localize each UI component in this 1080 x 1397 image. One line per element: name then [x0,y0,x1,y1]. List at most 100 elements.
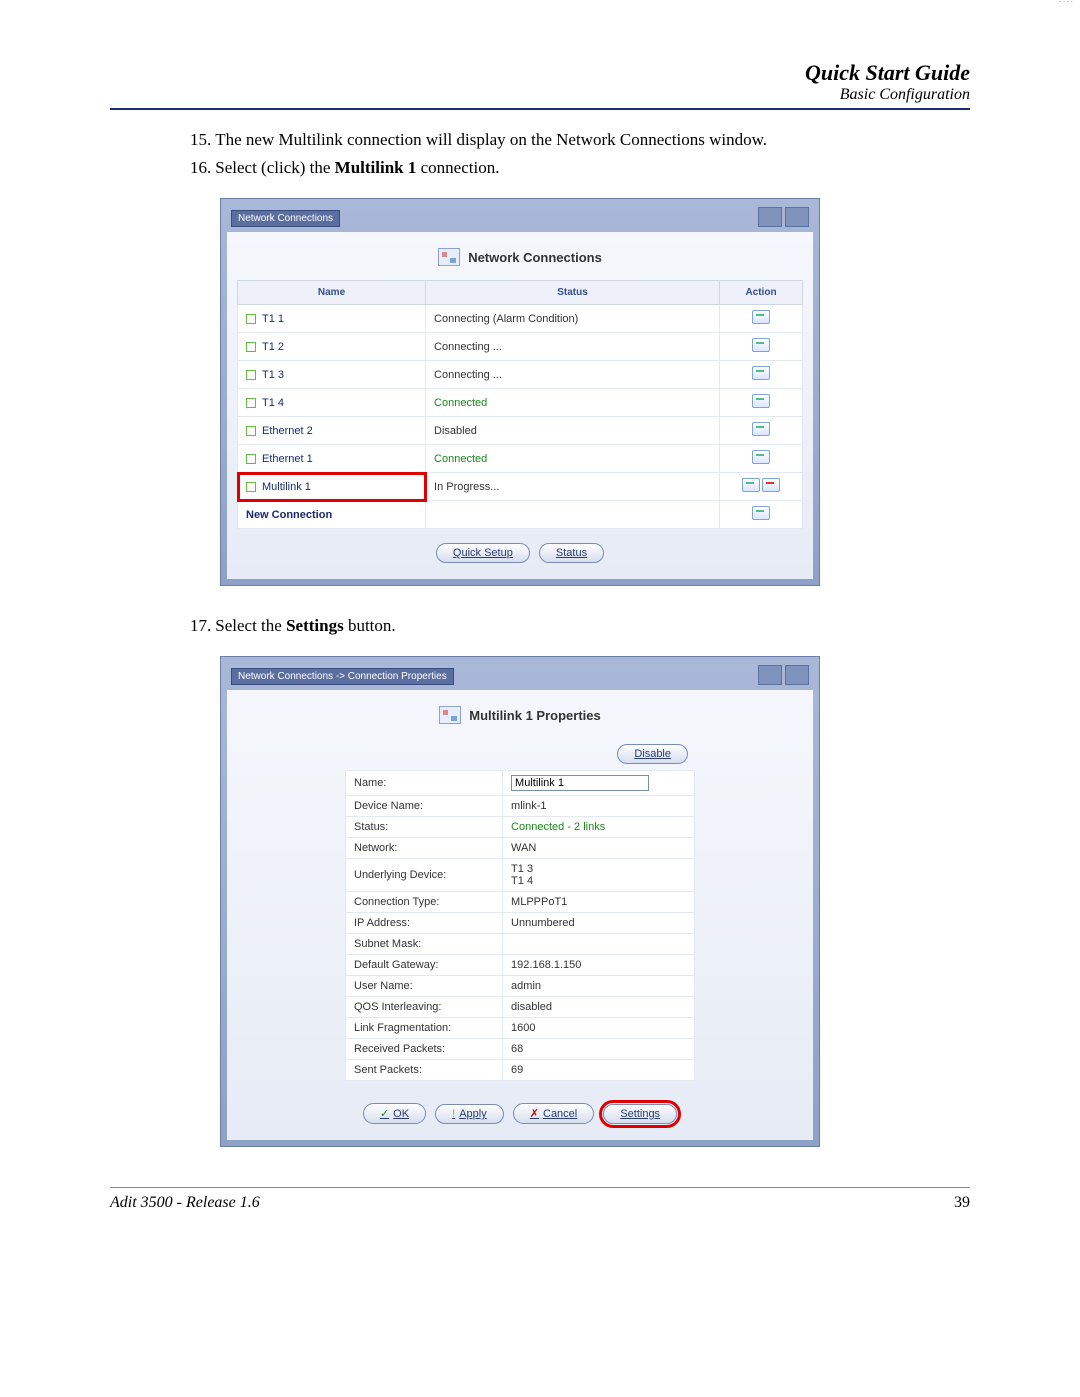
connection-action [720,417,803,445]
connection-action [720,473,803,501]
connection-status: Connecting (Alarm Condition) [426,305,720,333]
property-key: Underlying Device: [346,859,503,892]
tool-icon[interactable] [785,207,809,227]
ok-button[interactable]: ✓OK [363,1103,426,1124]
property-key: Network: [346,838,503,859]
table-row[interactable]: T1 3Connecting ... [238,361,803,389]
table-row[interactable]: Multilink 1In Progress... [238,473,803,501]
property-key: QOS Interleaving: [346,997,503,1018]
col-status: Status [426,281,720,305]
connection-icon [246,426,256,436]
property-value: WAN [503,838,695,859]
connection-icon [246,482,256,492]
doc-title: Quick Start Guide [110,60,970,86]
connection-name[interactable]: Multilink 1 [238,473,426,501]
connections-table: Name Status Action T1 1Connecting (Alarm… [237,280,803,529]
apply-button[interactable]: !Apply [435,1104,504,1124]
property-row: QOS Interleaving:disabled [346,997,695,1018]
table-row[interactable]: Ethernet 2Disabled [238,417,803,445]
property-value: MLPPPoT1 [503,892,695,913]
step-17: 17.Select the Settings button. [190,616,970,636]
table-row[interactable]: Ethernet 1Connected [238,445,803,473]
footer-left: Adit 3500 - Release 1.6 [110,1194,260,1212]
connection-name[interactable]: Ethernet 1 [238,445,426,473]
add-icon[interactable] [752,506,770,520]
connection-status: Connected [426,445,720,473]
edit-icon[interactable] [752,310,770,324]
settings-button[interactable]: Settings [603,1104,677,1124]
tool-icon[interactable] [758,665,782,685]
property-key: Link Fragmentation: [346,1018,503,1039]
status-button[interactable]: Status [539,543,604,563]
connection-action [720,389,803,417]
edit-icon[interactable] [752,394,770,408]
property-value: 69 [503,1060,695,1081]
breadcrumb: Network Connections -> Connection Proper… [231,668,454,685]
new-connection-row[interactable]: New Connection [238,501,803,529]
col-name: Name [238,281,426,305]
connection-action [720,333,803,361]
property-row: Received Packets:68 [346,1039,695,1060]
connection-icon [246,398,256,408]
property-key: Subnet Mask: [346,934,503,955]
table-row[interactable]: T1 2Connecting ... [238,333,803,361]
edit-icon[interactable] [752,450,770,464]
connection-status: In Progress... [426,473,720,501]
connection-status: Disabled [426,417,720,445]
network-icon [438,248,460,266]
page-number: 39 [954,1194,970,1212]
edit-icon[interactable] [752,366,770,380]
connection-icon [246,454,256,464]
property-value: Unnumbered [503,913,695,934]
property-value [503,771,695,796]
connection-action [720,305,803,333]
connection-icon [246,342,256,352]
connection-name[interactable]: T1 1 [238,305,426,333]
property-key: Status: [346,817,503,838]
connection-icon [246,314,256,324]
name-input[interactable] [511,775,649,791]
tool-icon[interactable] [758,207,782,227]
connection-status: Connecting ... [426,333,720,361]
edit-icon[interactable] [742,478,760,492]
delete-icon[interactable] [762,478,780,492]
property-value: mlink-1 [503,796,695,817]
property-key: Device Name: [346,796,503,817]
property-row: Link Fragmentation:1600 [346,1018,695,1039]
table-row[interactable]: T1 1Connecting (Alarm Condition) [238,305,803,333]
edit-icon[interactable] [752,338,770,352]
panel-heading: Multilink 1 Properties [237,700,803,738]
property-value: Connected - 2 links [503,817,695,838]
property-value: 192.168.1.150 [503,955,695,976]
property-key: Sent Packets: [346,1060,503,1081]
property-row: Sent Packets:69 [346,1060,695,1081]
connection-name[interactable]: Ethernet 2 [238,417,426,445]
property-row: Device Name:mlink-1 [346,796,695,817]
quick-setup-button[interactable]: Quick Setup [436,543,530,563]
property-key: Name: [346,771,503,796]
property-key: User Name: [346,976,503,997]
col-action: Action [720,281,803,305]
tool-icon[interactable] [785,665,809,685]
page-footer: Adit 3500 - Release 1.6 39 [110,1187,970,1212]
property-row: Connection Type:MLPPPoT1 [346,892,695,913]
connection-status: Connected [426,389,720,417]
edit-icon[interactable] [752,422,770,436]
page-header: Quick Start Guide Basic Configuration [110,60,970,110]
disable-button[interactable]: Disable [617,744,688,764]
property-value: disabled [503,997,695,1018]
connection-status: Connecting ... [426,361,720,389]
connection-name[interactable]: T1 3 [238,361,426,389]
property-key: IP Address: [346,913,503,934]
cancel-button[interactable]: ✗Cancel [513,1103,594,1124]
property-row: Network:WAN [346,838,695,859]
connection-name[interactable]: T1 4 [238,389,426,417]
dots-icon: :::: [1059,0,1074,5]
property-key: Default Gateway: [346,955,503,976]
connection-icon [439,706,461,724]
property-row: Name: [346,771,695,796]
connection-action [720,361,803,389]
properties-table: Name:Device Name:mlink-1Status:Connected… [345,770,695,1081]
connection-name[interactable]: T1 2 [238,333,426,361]
table-row[interactable]: T1 4Connected [238,389,803,417]
